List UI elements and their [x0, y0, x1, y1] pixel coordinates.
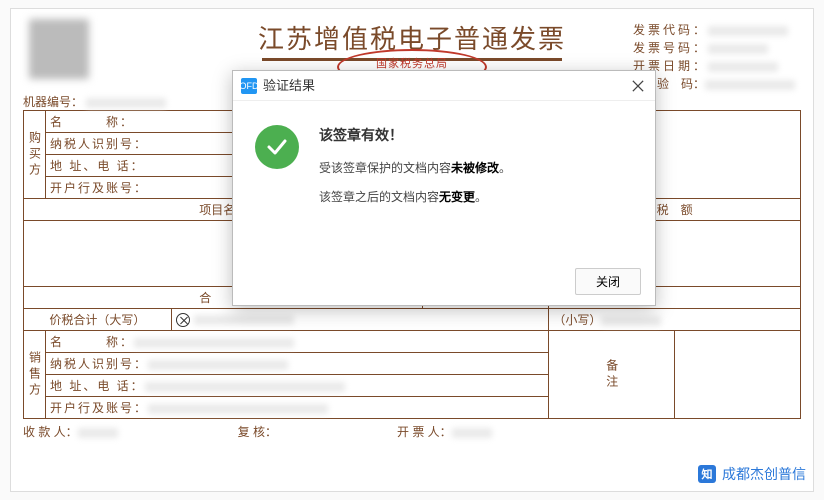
- dialog-title-text: 验证结果: [263, 71, 315, 101]
- amount-label: 价税合计（大写）: [24, 309, 172, 331]
- meta-code-label: 发票代码：: [633, 23, 708, 37]
- close-button[interactable]: 关闭: [575, 268, 641, 295]
- circle-x-icon: [176, 313, 190, 327]
- dialog-line1: 受该签章保护的文档内容未被修改。: [319, 159, 511, 176]
- supervision-stamp-text: 国家税务总局: [376, 55, 448, 71]
- verification-dialog: OFD 验证结果 该签章有效！ 受该签章保护的文档内容未被修改。 该签章之后的文…: [232, 70, 656, 306]
- amount-words: [171, 309, 548, 331]
- seller-section-label: 销售方: [24, 331, 46, 419]
- reviewer-label: 复 核：: [238, 425, 277, 439]
- meta-check-value: [705, 80, 795, 90]
- payee-label: 收 款 人：: [23, 425, 78, 439]
- dialog-body: 该签章有效！ 受该签章保护的文档内容未被修改。 该签章之后的文档内容无变更。: [233, 101, 655, 227]
- invoice-meta: 发票代码： 发票号码： 开票日期： 校 验 码：: [633, 21, 795, 93]
- remark-cell: [675, 331, 801, 419]
- drawer-label: 开 票 人：: [397, 425, 452, 439]
- zhihu-watermark: 知 成都杰创普信: [698, 464, 806, 484]
- seller-taxid-label: 纳税人识别号：: [50, 357, 148, 371]
- buyer-section-label: 购买方: [24, 111, 46, 199]
- zhihu-logo-icon: 知: [698, 465, 716, 483]
- dialog-heading: 该签章有效！: [319, 125, 511, 145]
- buyer-bank-label: 开户行及账号：: [50, 181, 148, 195]
- buyer-addr-label: 地 址、电 话：: [50, 159, 145, 173]
- meta-date-value: [708, 62, 778, 72]
- machine-label: 机器编号：: [23, 95, 83, 109]
- amount-small: （小写）: [549, 309, 801, 331]
- buyer-name-label: 名 称：: [50, 115, 134, 129]
- buyer-taxid-label: 纳税人识别号：: [50, 137, 148, 151]
- machine-value: [86, 98, 166, 108]
- meta-number-label: 发票号码：: [633, 41, 708, 55]
- seller-name-label: 名 称：: [50, 335, 134, 349]
- close-icon[interactable]: [629, 77, 647, 95]
- remark-label: 备注: [549, 331, 675, 419]
- meta-code-value: [708, 26, 788, 36]
- success-check-icon: [255, 125, 299, 169]
- meta-number-value: [708, 44, 768, 54]
- qr-code: [29, 19, 89, 79]
- dialog-line2: 该签章之后的文档内容无变更。: [319, 188, 511, 205]
- invoice-footer: 收 款 人： 复 核： 开 票 人：: [23, 423, 801, 440]
- dialog-message: 该签章有效！ 受该签章保护的文档内容未被修改。 该签章之后的文档内容无变更。: [319, 125, 511, 217]
- seller-addr-label: 地 址、电 话：: [50, 379, 145, 393]
- dialog-titlebar: OFD 验证结果: [233, 71, 655, 101]
- seller-bank-label: 开户行及账号：: [50, 401, 148, 415]
- watermark-text: 成都杰创普信: [722, 464, 806, 484]
- ofd-logo-icon: OFD: [241, 78, 257, 94]
